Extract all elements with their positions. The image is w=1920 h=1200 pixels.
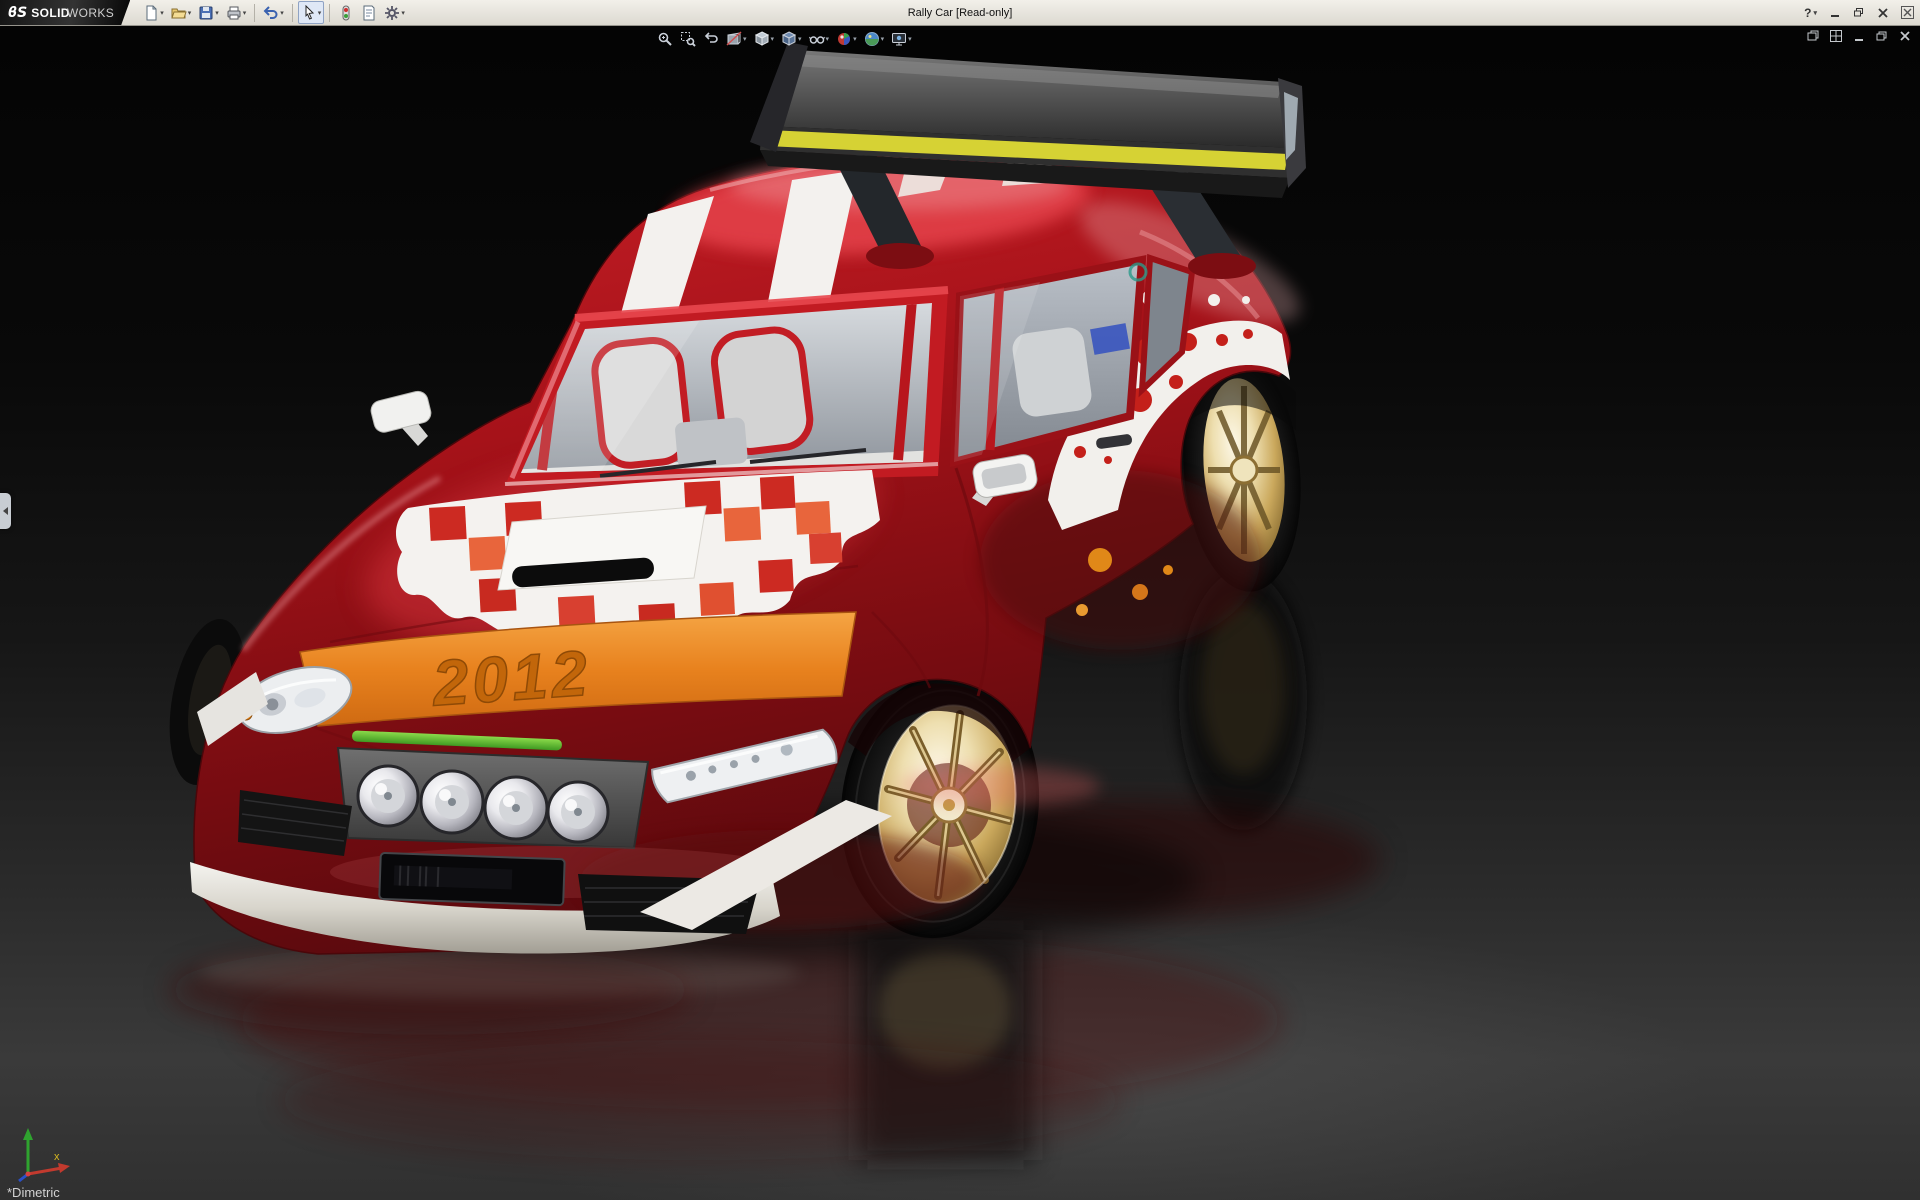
- close-group-button[interactable]: [1901, 6, 1914, 19]
- license-plate[interactable]: [378, 852, 566, 907]
- minimize-button[interactable]: [1829, 7, 1841, 19]
- rebuild-icon: [342, 5, 350, 20]
- view-orientation-button[interactable]: ▾: [752, 28, 777, 50]
- cascade-windows-button[interactable]: [1806, 29, 1820, 43]
- hide-show-glasses-icon: [808, 36, 825, 44]
- chevron-down-icon: ▾: [825, 36, 830, 43]
- rebuild-button[interactable]: [335, 1, 357, 24]
- heads-up-view-toolbar: ▾ ▾ ▾ ▾ ▾ ▾ ▾: [655, 28, 914, 50]
- zoom-to-area-icon: [681, 32, 696, 47]
- select-button[interactable]: ▾: [297, 1, 325, 24]
- chevron-down-icon: ▾: [743, 36, 747, 43]
- chevron-down-icon: ▾: [908, 36, 912, 43]
- document-title: Rally Car [Read-only]: [907, 6, 1013, 19]
- close-button[interactable]: [1877, 7, 1889, 19]
- close-document-button[interactable]: [1898, 29, 1912, 43]
- toolbar-separator: [291, 3, 293, 22]
- chevron-down-icon: ▾: [401, 9, 405, 17]
- chevron-down-icon: ▾: [853, 36, 857, 43]
- section-view-icon: [726, 31, 742, 46]
- apply-scene-button[interactable]: ▾: [862, 28, 887, 50]
- chevron-down-icon: ▾: [160, 9, 164, 17]
- view-settings-icon: [892, 33, 907, 46]
- left-mirror[interactable]: [369, 389, 433, 446]
- open-icon: [171, 8, 187, 18]
- toolbar-separator: [329, 3, 331, 22]
- undo-icon: [263, 5, 278, 19]
- windshield[interactable]: [504, 286, 949, 500]
- chevron-down-icon: ▾: [317, 9, 322, 17]
- file-properties-button[interactable]: [358, 1, 380, 24]
- sill-glow: [900, 766, 1100, 806]
- chevron-down-icon: ▾: [1813, 9, 1817, 17]
- chevron-down-icon: ▾: [770, 36, 775, 43]
- graphics-area[interactable]: ▾ ▾ ▾ ▾ ▾ ▾ ▾ 2012 x *Dimetric: [0, 25, 1920, 1200]
- view-settings-button[interactable]: ▾: [889, 28, 914, 50]
- toolbar-separator: [254, 3, 256, 22]
- minimize-document-button[interactable]: [1852, 29, 1866, 43]
- titlebar: ϐS SOLIDWORKS ▾ ▾ ▾ ▾ ▾ ▾ ▾ Rally Car [R…: [0, 0, 1920, 26]
- rally-car-model[interactable]: 2012: [0, 25, 1920, 1200]
- edit-appearance-button[interactable]: ▾: [834, 28, 859, 50]
- zoom-to-fit-button[interactable]: [655, 28, 675, 50]
- chevron-down-icon: ▾: [880, 36, 885, 43]
- display-style-button[interactable]: ▾: [779, 28, 804, 50]
- chevron-left-icon: [3, 507, 8, 515]
- view-orientation-label: *Dimetric: [7, 1185, 60, 1200]
- window-controls: ? ▾: [1804, 0, 1914, 25]
- select-cursor-icon: [305, 4, 314, 20]
- tile-windows-button[interactable]: [1829, 29, 1843, 43]
- file-properties-icon: [363, 5, 375, 20]
- solidworks-logo: ϐS SOLIDWORKS: [0, 0, 130, 25]
- chevron-down-icon: ▾: [242, 9, 247, 17]
- x-axis: [27, 1166, 63, 1176]
- undo-button[interactable]: ▾: [260, 1, 287, 24]
- save-icon: [199, 6, 213, 19]
- section-view-button[interactable]: ▾: [724, 28, 749, 50]
- reference-triad: x: [18, 1128, 70, 1183]
- hide-show-items-button[interactable]: ▾: [807, 28, 832, 50]
- previous-view-button[interactable]: [701, 28, 721, 50]
- scene-globe-icon: [864, 32, 879, 46]
- brand-glyph: ϐS: [8, 4, 28, 21]
- standard-toolbar: ▾ ▾ ▾ ▾ ▾ ▾ ▾: [130, 1, 408, 24]
- chevron-down-icon: ▾: [187, 9, 192, 17]
- zoom-to-fit-icon: [658, 32, 672, 46]
- brand-works: WORKS: [66, 5, 115, 20]
- collapsed-panel-tab[interactable]: [0, 493, 11, 529]
- save-button[interactable]: ▾: [195, 1, 222, 24]
- previous-view-icon: [704, 32, 718, 43]
- display-style-icon: [781, 31, 797, 46]
- restore-button[interactable]: [1853, 7, 1865, 19]
- zoom-to-area-button[interactable]: [678, 28, 698, 50]
- options-button[interactable]: ▾: [381, 1, 408, 24]
- appearance-sphere-icon: [838, 33, 851, 45]
- options-gear-icon: [385, 5, 400, 20]
- chevron-down-icon: ▾: [280, 9, 284, 17]
- chevron-down-icon: ▾: [798, 36, 802, 43]
- document-window-controls: [1806, 29, 1912, 43]
- open-button[interactable]: ▾: [168, 1, 195, 24]
- year-decal: 2012: [429, 637, 593, 720]
- new-document-icon: [146, 5, 157, 20]
- restore-document-button[interactable]: [1875, 29, 1889, 43]
- view-orientation-cube-icon: [754, 31, 769, 46]
- new-document-button[interactable]: ▾: [140, 1, 167, 24]
- print-icon: [227, 6, 241, 19]
- help-button[interactable]: ? ▾: [1804, 6, 1817, 20]
- x-axis-label: x: [54, 1151, 60, 1163]
- brand-solid: SOLID: [31, 5, 70, 20]
- chevron-down-icon: ▾: [215, 9, 219, 17]
- print-button[interactable]: ▾: [223, 1, 250, 24]
